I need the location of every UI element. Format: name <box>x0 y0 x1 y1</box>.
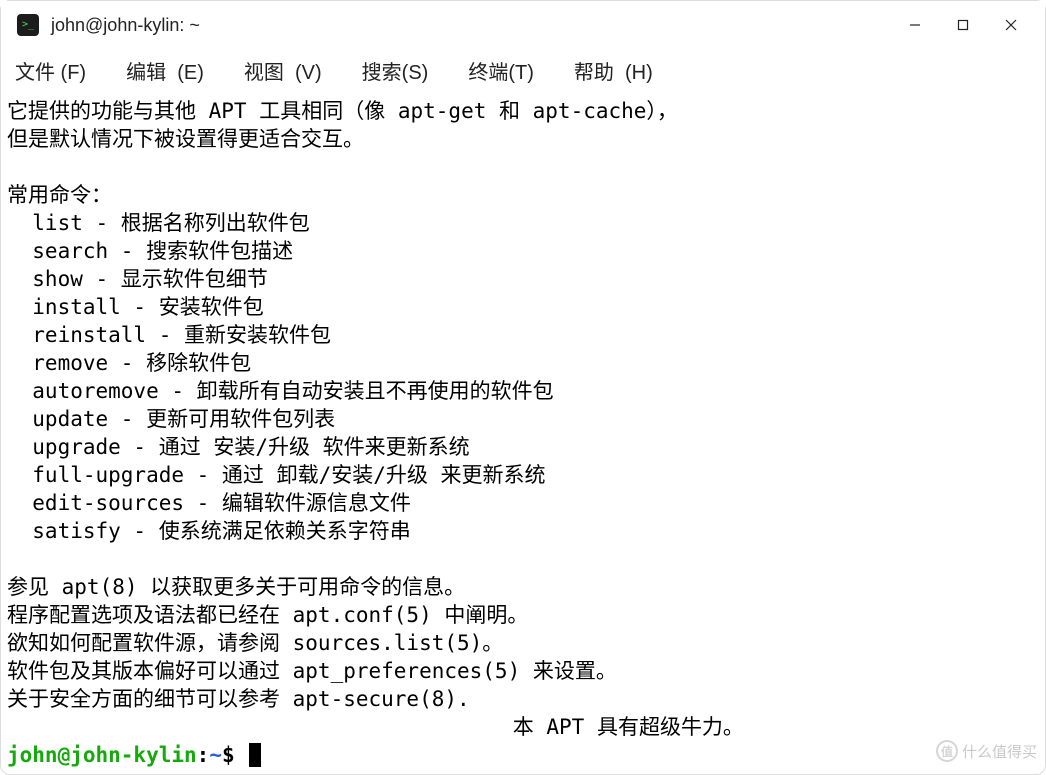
terminal-line: search - 搜索软件包描述 <box>7 237 1043 265</box>
terminal-line: autoremove - 卸载所有自动安装且不再使用的软件包 <box>7 377 1043 405</box>
menu-edit[interactable]: 编辑 (E) <box>120 52 210 89</box>
terminal-line: upgrade - 通过 安装/升级 软件来更新系统 <box>7 433 1043 461</box>
minimize-button[interactable] <box>891 5 939 45</box>
terminal-line: 常用命令： <box>7 181 1043 209</box>
terminal-line: 关于安全方面的细节可以参考 apt-secure(8). <box>7 685 1043 713</box>
terminal-line: show - 显示软件包细节 <box>7 265 1043 293</box>
terminal-line: list - 根据名称列出软件包 <box>7 209 1043 237</box>
watermark: 值 什么值得买 <box>936 740 1037 762</box>
terminal-line: 程序配置选项及语法都已经在 apt.conf(5) 中阐明。 <box>7 601 1043 629</box>
terminal-line: reinstall - 重新安装软件包 <box>7 321 1043 349</box>
terminal-line: 它提供的功能与其他 APT 工具相同（像 apt-get 和 apt-cache… <box>7 97 1043 125</box>
terminal-line: edit-sources - 编辑软件源信息文件 <box>7 489 1043 517</box>
watermark-text: 什么值得买 <box>962 741 1037 762</box>
terminal-line: 但是默认情况下被设置得更适合交互。 <box>7 125 1043 153</box>
menu-search[interactable]: 搜索(S) <box>356 52 435 89</box>
terminal-output[interactable]: 它提供的功能与其他 APT 工具相同（像 apt-get 和 apt-cache… <box>1 91 1045 769</box>
menu-file[interactable]: 文件 (F) <box>9 52 92 89</box>
terminal-line: install - 安装软件包 <box>7 293 1043 321</box>
prompt-separator: : <box>197 741 210 769</box>
terminal-line: satisfy - 使系统满足依赖关系字符串 <box>7 517 1043 545</box>
terminal-line <box>7 153 1043 181</box>
maximize-button[interactable] <box>939 5 987 45</box>
terminal-line: update - 更新可用软件包列表 <box>7 405 1043 433</box>
terminal-line: 软件包及其版本偏好可以通过 apt_preferences(5) 来设置。 <box>7 657 1043 685</box>
terminal-line: remove - 移除软件包 <box>7 349 1043 377</box>
terminal-line <box>7 545 1043 573</box>
prompt-symbol: $ <box>222 741 247 769</box>
close-button[interactable] <box>987 5 1035 45</box>
terminal-line: full-upgrade - 通过 卸载/安装/升级 来更新系统 <box>7 461 1043 489</box>
menubar: 文件 (F) 编辑 (E) 视图 (V) 搜索(S) 终端(T) 帮助 (H) <box>1 49 1045 91</box>
menu-terminal[interactable]: 终端(T) <box>462 52 540 89</box>
watermark-badge-icon: 值 <box>936 740 958 762</box>
prompt-line[interactable]: john@john-kylin:~$ <box>7 741 1043 769</box>
terminal-line: 本 APT 具有超级牛力。 <box>7 713 1043 741</box>
terminal-line: 欲知如何配置软件源，请参阅 sources.list(5)。 <box>7 629 1043 657</box>
terminal-line: 参见 apt(8) 以获取更多关于可用命令的信息。 <box>7 573 1043 601</box>
terminal-app-icon <box>17 14 39 36</box>
menu-view[interactable]: 视图 (V) <box>238 52 328 89</box>
cursor-icon <box>249 743 261 767</box>
prompt-userhost: john@john-kylin <box>7 741 197 769</box>
titlebar: john@john-kylin: ~ <box>1 1 1045 49</box>
window-controls <box>891 5 1035 45</box>
prompt-path: ~ <box>209 741 222 769</box>
menu-help[interactable]: 帮助 (H) <box>568 52 659 89</box>
window-title: john@john-kylin: ~ <box>51 15 891 36</box>
